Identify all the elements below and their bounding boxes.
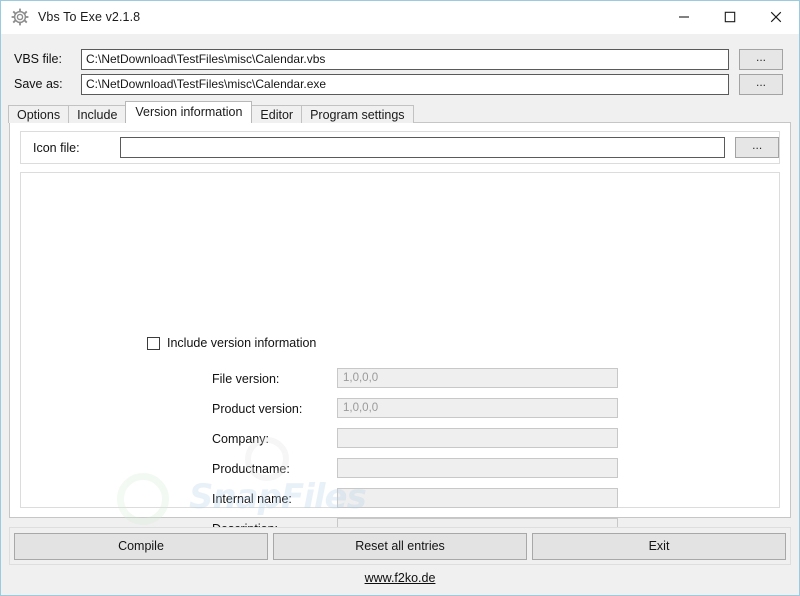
- product-version-label: Product version:: [212, 402, 303, 416]
- save-as-browse-button[interactable]: ...: [739, 73, 783, 95]
- footer: www.f2ko.de: [9, 565, 791, 591]
- maximize-icon: [724, 11, 736, 23]
- icon-file-label: Icon file:: [33, 140, 80, 155]
- include-version-label: Include version information: [167, 336, 317, 350]
- productname-label: Productname:: [212, 462, 290, 476]
- website-link[interactable]: www.f2ko.de: [365, 571, 436, 585]
- include-version-row[interactable]: Include version information: [147, 336, 316, 350]
- window-controls: [661, 1, 799, 33]
- save-as-row: Save as: ...: [1, 72, 799, 96]
- internal-name-input[interactable]: [337, 488, 618, 508]
- vbs-file-row: VBS file: ...: [1, 47, 799, 71]
- exit-button[interactable]: Exit: [532, 532, 786, 560]
- internal-name-label: Internal name:: [212, 492, 292, 506]
- field-row-file-version: File version:: [21, 368, 779, 398]
- maximize-button[interactable]: [707, 1, 753, 33]
- file-paths-panel: VBS file: ... Save as: ...: [1, 34, 799, 101]
- tab-include[interactable]: Include: [68, 105, 127, 123]
- close-button[interactable]: [753, 1, 799, 33]
- save-as-input[interactable]: [81, 73, 729, 95]
- company-label: Company:: [212, 432, 269, 446]
- minimize-button[interactable]: [661, 1, 707, 33]
- close-icon: [770, 11, 782, 23]
- icon-file-input[interactable]: [120, 137, 726, 158]
- productname-input[interactable]: [337, 458, 618, 478]
- product-version-input[interactable]: [337, 398, 618, 418]
- window-title: Vbs To Exe v2.1.8: [38, 10, 141, 24]
- gear-icon: [11, 8, 29, 26]
- tab-options[interactable]: Options: [8, 105, 70, 123]
- tab-version-information[interactable]: Version information: [125, 101, 253, 123]
- field-row-product-version: Product version:: [21, 398, 779, 428]
- app-window: Vbs To Exe v2.1.8 VBS file: C:\NetDownlo…: [0, 0, 800, 596]
- tab-editor[interactable]: Editor: [251, 105, 303, 123]
- vbs-file-label: VBS file:: [14, 52, 62, 66]
- tab-program-settings[interactable]: Program settings: [301, 105, 414, 123]
- action-button-bar: Compile Reset all entries Exit: [9, 527, 791, 565]
- minimize-icon: [679, 16, 689, 18]
- field-row-internal-name: Internal name:: [21, 488, 779, 518]
- icon-file-row: Icon file: ...: [20, 131, 780, 164]
- include-version-checkbox[interactable]: [147, 336, 160, 350]
- compile-button[interactable]: Compile: [14, 532, 268, 560]
- tab-strip: Options Include Version information Edit…: [8, 101, 791, 123]
- save-as-label: Save as:: [14, 77, 63, 91]
- file-version-label: File version:: [212, 372, 280, 386]
- reset-all-entries-button[interactable]: Reset all entries: [273, 532, 527, 560]
- field-row-company: Company:: [21, 428, 779, 458]
- title-bar: Vbs To Exe v2.1.8: [1, 1, 799, 34]
- version-fields-group: SnapFiles Include version information Fi…: [20, 172, 780, 568]
- company-input[interactable]: [337, 428, 618, 448]
- vbs-file-input[interactable]: [81, 48, 729, 70]
- vbs-file-browse-button[interactable]: ...: [739, 48, 783, 70]
- version-information-panel: Icon file: ... SnapFiles Include version…: [9, 122, 791, 568]
- file-version-input[interactable]: [337, 368, 618, 388]
- field-row-productname: Productname:: [21, 458, 779, 488]
- icon-file-browse-button[interactable]: ...: [735, 137, 779, 158]
